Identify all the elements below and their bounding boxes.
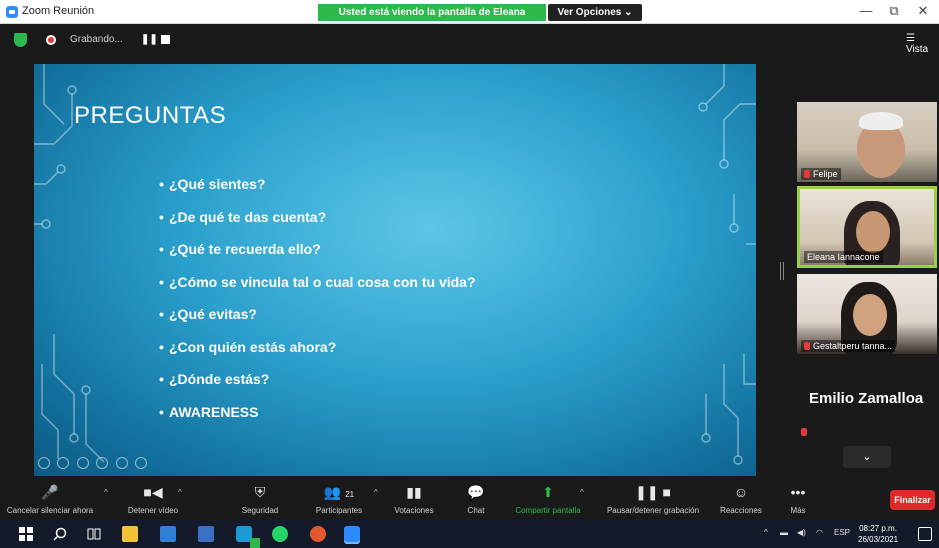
polls-button[interactable]: ▮▮ Votaciones: [386, 482, 442, 515]
participants-icon: 👥 21: [323, 484, 355, 500]
view-options-button[interactable]: Ver Opciones ⌄: [548, 4, 642, 21]
view-button[interactable]: ☰ Vista: [906, 33, 939, 55]
recording-label: Grabando...: [70, 34, 123, 45]
slide-bullet: • ¿Con quién estás ahora?: [159, 338, 337, 355]
mail-icon[interactable]: [160, 526, 176, 542]
pause-recording-icon[interactable]: ❚❚: [141, 34, 158, 45]
zoom-meeting-window: Zoom Reunión Usted está viendo la pantal…: [0, 0, 939, 548]
more-button[interactable]: ••• Más: [780, 482, 816, 515]
microphone-icon: 🎤: [41, 484, 59, 500]
video-tile-active-speaker[interactable]: Eleana Iannacone: [797, 186, 937, 268]
minimize-button[interactable]: —: [856, 3, 876, 18]
wifi-icon[interactable]: ◠: [816, 528, 823, 537]
participants-options-caret-icon[interactable]: ^: [374, 488, 378, 497]
language-indicator[interactable]: ESP: [834, 528, 850, 537]
more-dots-icon: •••: [790, 484, 806, 500]
tray-chevron-icon[interactable]: ^: [764, 528, 768, 537]
participant-video: [853, 294, 887, 336]
slide-bullet: • ¿Cómo se vincula tal o cual cosa con tu…: [159, 273, 476, 290]
shared-screen-slide: PREGUNTAS • ¿Qué sientes? • ¿De qué te das…: [34, 64, 756, 476]
whatsapp-icon[interactable]: [272, 526, 288, 542]
muted-mic-icon: [804, 170, 810, 178]
share-screen-button[interactable]: ⬆ Compartir pantalla: [508, 482, 588, 515]
chat-icon: 💬: [467, 484, 485, 500]
participant-name: Emilio Zamalloa: [809, 390, 924, 407]
security-button[interactable]: ⛨ Seguridad: [228, 482, 292, 515]
slide-bullet: • ¿Dónde estás?: [159, 371, 270, 387]
pause-stop-recording-button[interactable]: ❚❚ ■ Pausar/detener grabación: [598, 482, 708, 515]
browser-icon[interactable]: [310, 526, 326, 542]
slide-bullet: • ¿Qué sientes?: [159, 176, 266, 192]
slideshow-next-icon[interactable]: [57, 457, 70, 469]
slideshow-more-icon[interactable]: [135, 457, 148, 469]
muted-mic-icon: [804, 342, 810, 350]
participant-video: [856, 211, 890, 253]
screen-share-banner: Usted está viendo la pantalla de Eleana …: [318, 4, 546, 35]
muted-mic-icon: [801, 428, 807, 436]
volume-icon[interactable]: ◀): [797, 528, 806, 537]
unmute-button[interactable]: 🎤 Cancelar silenciar ahora: [4, 482, 96, 515]
participant-count: 21: [345, 490, 355, 499]
pause-stop-icon: ❚❚ ■: [635, 484, 671, 500]
slide-bullet: • AWARENESS: [159, 403, 259, 420]
close-button[interactable]: ✕: [913, 3, 933, 19]
window-title: Zoom Reunión: [22, 5, 95, 17]
participant-name: Gestaltperu tanna...: [801, 340, 896, 352]
panel-splitter-handle[interactable]: [780, 262, 784, 280]
clock-date: 26/03/2021: [858, 535, 899, 544]
slide-bullet: • ¿Qué evitas?: [159, 306, 257, 322]
clock-time: 08:27 p.m.: [859, 524, 897, 533]
chat-button[interactable]: 💬 Chat: [456, 482, 496, 515]
share-screen-icon: ⬆: [542, 484, 554, 500]
zoom-app-icon: [6, 6, 18, 18]
video-options-caret-icon[interactable]: ^: [178, 488, 182, 497]
audio-options-caret-icon[interactable]: ^: [104, 488, 108, 497]
search-icon[interactable]: [52, 526, 68, 542]
video-tile[interactable]: Gestaltperu tanna...: [797, 274, 937, 354]
slideshow-zoom-icon[interactable]: [115, 457, 128, 469]
title-bar: Zoom Reunión Usted está viendo la pantal…: [0, 0, 939, 35]
notification-center-icon[interactable]: [918, 527, 932, 541]
video-tile[interactable]: Felipe: [797, 102, 937, 182]
end-meeting-button[interactable]: Finalizar: [890, 490, 935, 510]
network-icon[interactable]: ▬: [780, 528, 788, 537]
stop-recording-icon[interactable]: [161, 35, 170, 44]
slideshow-controls: [38, 456, 150, 470]
share-options-caret-icon[interactable]: ^: [580, 488, 584, 497]
recording-icon: [46, 35, 56, 45]
slide-bullet-list: • ¿Qué sientes? • ¿De qué te das cuenta? •…: [159, 176, 476, 436]
slideshow-prev-icon[interactable]: [38, 457, 50, 469]
slide-bullet: • ¿Qué te recuerda ello?: [159, 241, 321, 257]
participants-button[interactable]: 👥 21 Participantes: [304, 482, 374, 515]
meeting-toolbar: 🎤 Cancelar silenciar ahora ^ ■◀ Detener …: [0, 480, 939, 520]
slideshow-grid-icon[interactable]: [96, 457, 109, 469]
slide-title: PREGUNTAS: [74, 102, 227, 129]
participant-name: Eleana Iannacone: [804, 251, 883, 263]
meeting-top-strip: Grabando... ❚❚ ☰ Vista: [0, 24, 939, 56]
windows-taskbar: ^ ▬ ◀) ◠ ESP 08:27 p.m. 26/03/2021: [0, 520, 939, 548]
maximize-button[interactable]: ⧉: [884, 3, 904, 19]
reactions-button[interactable]: ☺ Reacciones: [716, 482, 766, 515]
participant-name: Felipe: [801, 168, 841, 180]
taskbar-clock[interactable]: 08:27 p.m. 26/03/2021: [858, 523, 898, 545]
windows-start-icon[interactable]: [18, 526, 34, 542]
slideshow-pen-icon[interactable]: [76, 457, 89, 469]
slide-bullet: • ¿De qué te das cuenta?: [159, 208, 327, 225]
task-view-icon[interactable]: [86, 526, 102, 542]
stop-video-button[interactable]: ■◀ Detener vídeo: [118, 482, 188, 515]
participant-hair: [859, 112, 903, 130]
encryption-shield-icon[interactable]: [14, 33, 27, 47]
reactions-icon: ☺: [733, 484, 749, 500]
file-explorer-icon[interactable]: [122, 526, 138, 542]
notification-badge: [250, 538, 260, 548]
zoom-taskbar-icon[interactable]: [344, 526, 360, 542]
more-participants-button[interactable]: ⌄: [843, 446, 891, 468]
store-icon[interactable]: [198, 526, 214, 542]
video-tile-camera-off[interactable]: Emilio Zamalloa: [797, 360, 939, 442]
shield-icon: ⛨: [254, 484, 266, 500]
polls-icon: ▮▮: [406, 484, 422, 500]
